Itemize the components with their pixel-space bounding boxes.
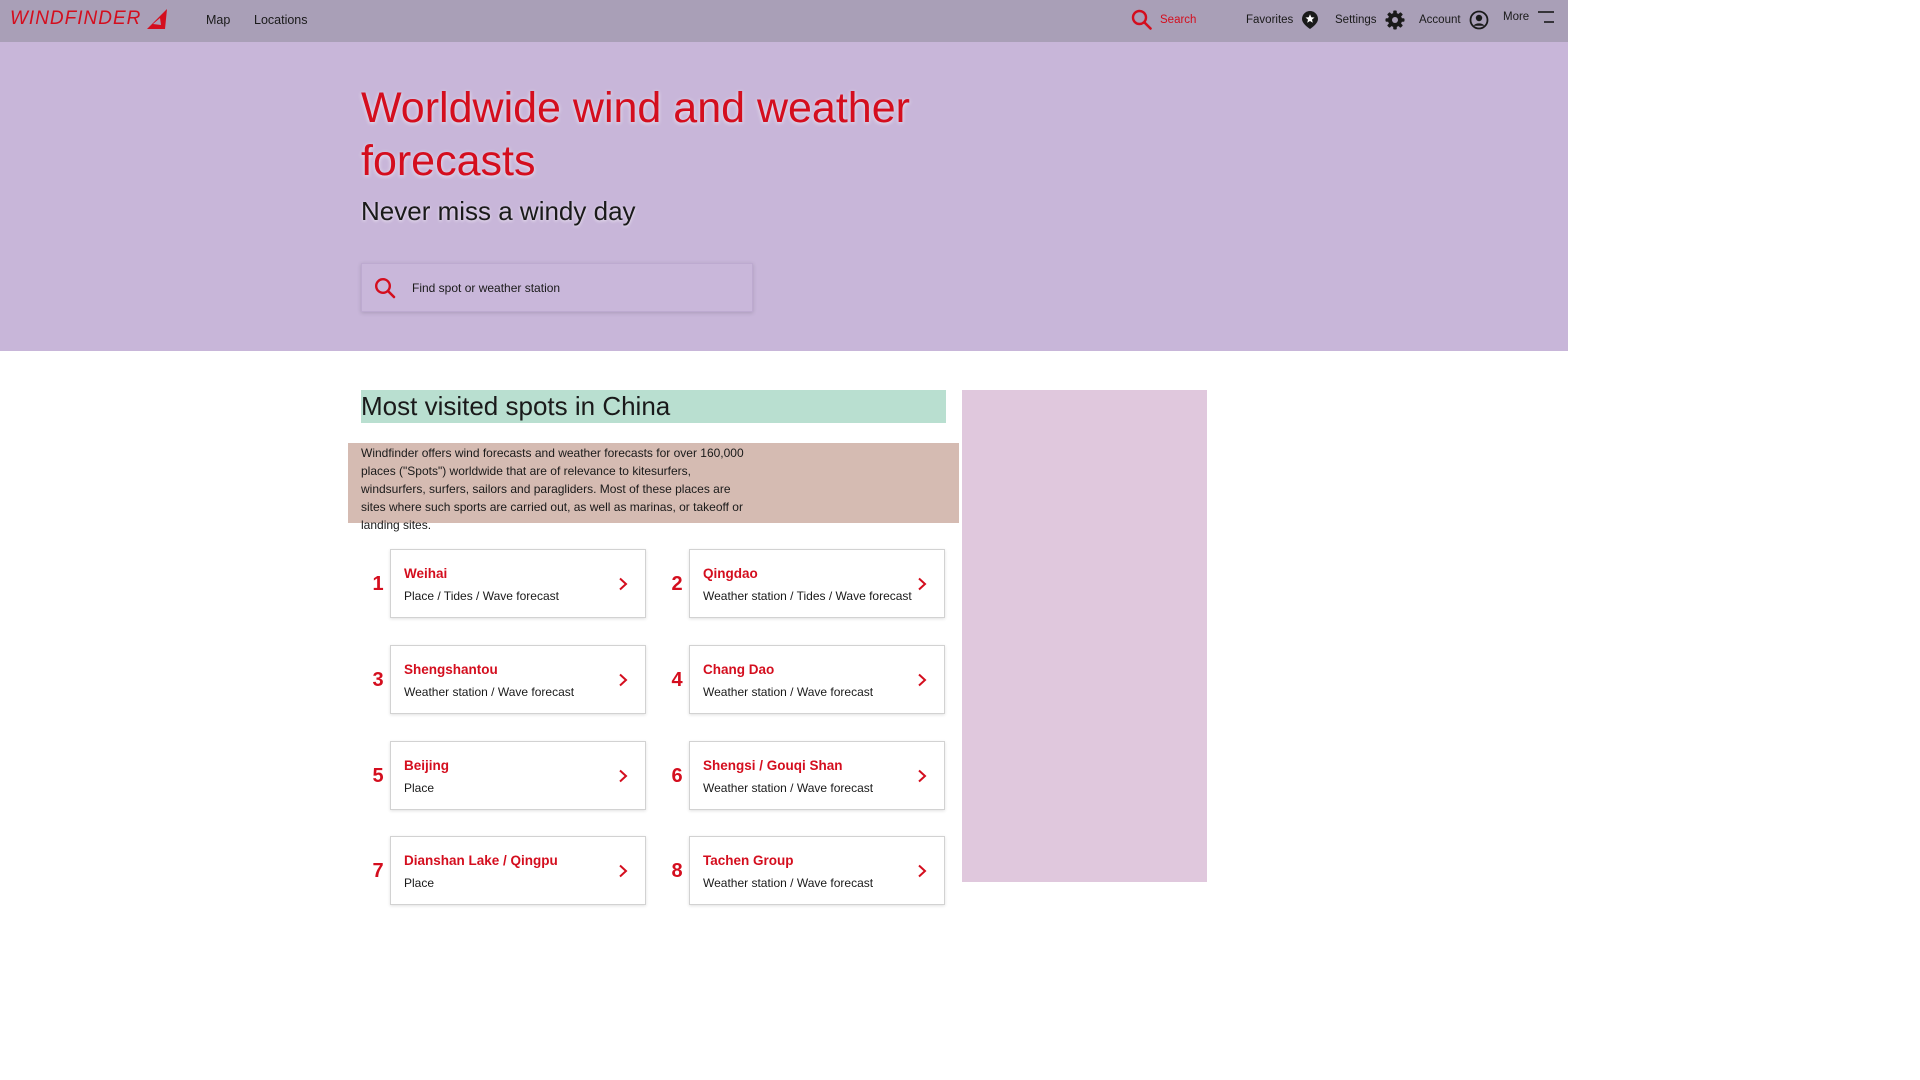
spot-card-chang-dao[interactable]: Chang Dao Weather station / Wave forecas…	[689, 645, 945, 714]
search-icon	[374, 277, 396, 298]
nav-more-label: More	[1503, 11, 1530, 23]
spot-rank: 2	[671, 573, 683, 595]
spot-rank: 8	[671, 860, 683, 882]
spot-name: Beijing	[404, 758, 450, 773]
hamburger-menu-icon	[1538, 11, 1555, 23]
top-nav: WINDFINDER Map Locations Search Favorite…	[0, 0, 1568, 42]
chevron-right-icon	[619, 864, 628, 878]
section-title: Most visited spots in China	[361, 390, 946, 423]
spot-name: Shengsi / Gouqi Shan	[703, 758, 843, 773]
spot-type: Weather station / Tides / Wave forecast	[703, 589, 912, 603]
chevron-right-icon	[918, 769, 927, 783]
spot-rank: 7	[372, 860, 384, 882]
nav-favorites-button[interactable]: Favorites	[1246, 10, 1319, 30]
spot-name: Qingdao	[703, 566, 758, 581]
chevron-right-icon	[918, 864, 927, 878]
chevron-right-icon	[619, 769, 628, 783]
hero-title: Worldwide wind and weather forecasts	[361, 84, 910, 185]
spot-rank: 6	[671, 765, 683, 787]
logo-text: WINDFINDER	[10, 8, 142, 29]
spot-name: Tachen Group	[703, 853, 794, 868]
search-icon	[1131, 9, 1152, 30]
nav-search-button[interactable]: Search	[1131, 9, 1196, 30]
spot-type: Place	[404, 876, 435, 890]
spot-type: Weather station / Wave forecast	[703, 876, 874, 890]
favorites-star-icon	[1302, 11, 1319, 29]
spot-search-input[interactable]	[410, 279, 734, 296]
nav-settings-button[interactable]: Settings	[1335, 10, 1405, 30]
spot-type: Weather station / Wave forecast	[703, 685, 874, 699]
logo-sail-icon	[147, 9, 168, 29]
nav-account-button[interactable]: Account	[1419, 10, 1489, 30]
gear-icon	[1385, 10, 1405, 30]
spot-card-shengshantou[interactable]: Shengshantou Weather station / Wave fore…	[390, 645, 646, 714]
nav-account-label: Account	[1419, 14, 1461, 26]
windfinder-logo[interactable]: WINDFINDER	[10, 8, 169, 30]
nav-favorites-label: Favorites	[1246, 14, 1294, 26]
spot-card-tachen-group[interactable]: Tachen Group Weather station / Wave fore…	[689, 836, 945, 905]
spot-type: Weather station / Wave forecast	[703, 781, 874, 795]
spot-rank: 1	[372, 573, 384, 595]
spot-rank: 5	[372, 765, 384, 787]
intro-text: Windfinder offers wind forecasts and wea…	[361, 446, 744, 532]
spot-type: Place	[404, 781, 435, 795]
sidebar-ad-area	[962, 390, 1207, 882]
spot-rank: 4	[671, 669, 683, 691]
nav-more-button[interactable]: More	[1503, 10, 1555, 24]
nav-search-label: Search	[1160, 13, 1197, 26]
nav-map-link[interactable]: Map	[206, 13, 230, 27]
spot-type: Place / Tides / Wave forecast	[404, 589, 559, 603]
spot-rank: 3	[372, 669, 384, 691]
nav-settings-label: Settings	[1335, 14, 1377, 26]
spot-card-weihai[interactable]: Weihai Place / Tides / Wave forecast	[390, 549, 646, 618]
chevron-right-icon	[619, 673, 628, 687]
hero-banner: Worldwide wind and weather forecasts Nev…	[0, 42, 1568, 351]
hero-subtitle: Never miss a windy day	[361, 196, 636, 226]
spot-card-shengsi-gouqi-shan[interactable]: Shengsi / Gouqi Shan Weather station / W…	[689, 741, 945, 810]
spot-name: Chang Dao	[703, 662, 775, 677]
spot-type: Weather station / Wave forecast	[404, 685, 575, 699]
account-icon	[1469, 10, 1488, 30]
spot-card-dianshan-lake-qingpu[interactable]: Dianshan Lake / Qingpu Place	[390, 836, 646, 905]
spot-card-qingdao[interactable]: Qingdao Weather station / Tides / Wave f…	[689, 549, 945, 618]
chevron-right-icon	[918, 673, 927, 687]
spot-card-beijing[interactable]: Beijing Place	[390, 741, 646, 810]
hero-search-box[interactable]	[361, 263, 753, 312]
spot-name: Weihai	[404, 566, 448, 581]
spot-name: Shengshantou	[404, 662, 498, 677]
nav-locations-link[interactable]: Locations	[254, 13, 308, 27]
intro-block: Windfinder offers wind forecasts and wea…	[348, 443, 959, 532]
chevron-right-icon	[918, 577, 927, 591]
chevron-right-icon	[619, 577, 628, 591]
spot-name: Dianshan Lake / Qingpu	[404, 853, 558, 868]
